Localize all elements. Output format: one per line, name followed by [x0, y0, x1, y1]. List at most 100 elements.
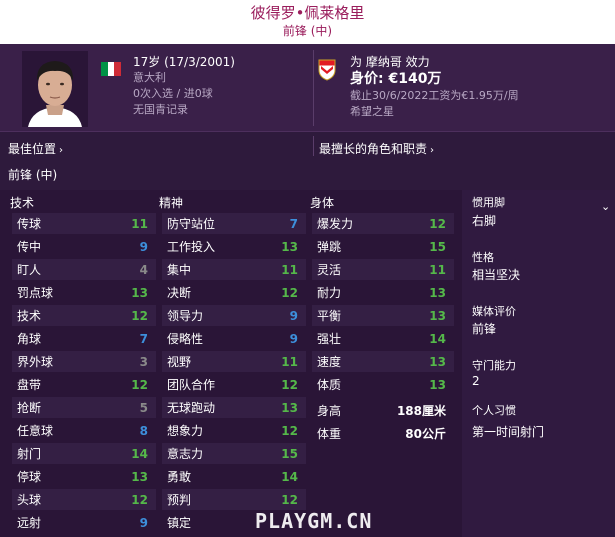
weight-row: 体重 80公斤	[312, 423, 454, 444]
attribute-value: 12	[131, 377, 148, 392]
attribute-value: 3	[139, 354, 148, 369]
physical-header: 身体	[310, 196, 335, 210]
attribute-label: 工作投入	[167, 240, 216, 254]
attribute-row[interactable]: 远射 9	[12, 512, 156, 533]
best-role-header[interactable]: 最擅长的角色和职责 ›	[319, 140, 434, 157]
attribute-row[interactable]: 视野 11	[162, 351, 306, 372]
habit-value[interactable]: 第一时间射门	[472, 423, 544, 440]
weight-value: 80公斤	[405, 427, 446, 441]
attribute-value: 13	[281, 400, 298, 415]
attribute-label: 预判	[167, 493, 192, 507]
attribute-row[interactable]: 体质 13	[312, 374, 454, 395]
attribute-row[interactable]: 弹跳 15	[312, 236, 454, 257]
attribute-label: 停球	[17, 470, 42, 484]
attribute-value: 9	[139, 515, 148, 530]
caps: 0次入选 / 进0球	[133, 87, 213, 100]
attribute-row[interactable]: 罚点球 13	[12, 282, 156, 303]
height-value: 188厘米	[396, 404, 446, 418]
attribute-row[interactable]: 团队合作 12	[162, 374, 306, 395]
attribute-row[interactable]: 勇敢 14	[162, 466, 306, 487]
attribute-row[interactable]: 决断 12	[162, 282, 306, 303]
attribute-row[interactable]: 意志力 15	[162, 443, 306, 464]
profile-panel: 17岁 (17/3/2001) 意大利 0次入选 / 进0球 无国青记录 为 摩…	[0, 44, 615, 132]
habit-label: 个人习惯	[472, 404, 516, 417]
player-status: 希望之星	[350, 105, 394, 118]
attribute-label: 速度	[317, 355, 342, 369]
title-bar: 彼得罗•佩莱格里 前锋 (中)	[0, 0, 615, 44]
attribute-row[interactable]: 集中 11	[162, 259, 306, 280]
height-label: 身高	[317, 404, 342, 418]
club-line[interactable]: 为 摩纳哥 效力	[350, 54, 519, 70]
attribute-row[interactable]: 任意球 8	[12, 420, 156, 441]
attribute-row[interactable]: 领导力 9	[162, 305, 306, 326]
best-position-header[interactable]: 最佳位置 ›	[8, 140, 63, 157]
attribute-row[interactable]: 预判 12	[162, 489, 306, 510]
attribute-label: 传中	[17, 240, 42, 254]
attribute-row[interactable]: 防守站位 7	[162, 213, 306, 234]
media-value[interactable]: 前锋	[472, 320, 496, 337]
attribute-label: 罚点球	[17, 286, 54, 300]
attribute-row[interactable]: 强壮 14	[312, 328, 454, 349]
attribute-row[interactable]: 头球 12	[12, 489, 156, 510]
italy-flag-icon	[101, 62, 122, 76]
attribute-value: 4	[139, 262, 148, 277]
attribute-value: 13	[429, 354, 446, 369]
attribute-row[interactable]: 爆发力 12	[312, 213, 454, 234]
attribute-value: 7	[139, 331, 148, 346]
foot-label: 惯用脚	[472, 196, 505, 209]
attribute-row[interactable]: 盯人 4	[12, 259, 156, 280]
nationality[interactable]: 意大利	[133, 70, 235, 86]
attribute-value: 11	[281, 354, 298, 369]
attribute-row[interactable]: 无球跑动 13	[162, 397, 306, 418]
attribute-label: 视野	[167, 355, 192, 369]
attribute-row[interactable]: 传中 9	[12, 236, 156, 257]
chevron-right-icon: ›	[430, 145, 435, 156]
personality-value[interactable]: 相当坚决	[472, 266, 520, 283]
attribute-row[interactable]: 界外球 3	[12, 351, 156, 372]
attribute-value: 9	[289, 331, 298, 346]
attribute-row[interactable]: 技术 12	[12, 305, 156, 326]
club-info: 为 摩纳哥 效力 身价: €140万 截止30/6/2022工资为€1.95万/…	[350, 54, 519, 120]
player-name: 彼得罗•佩莱格里	[250, 4, 365, 22]
player-avatar[interactable]	[22, 51, 88, 127]
attribute-row[interactable]: 工作投入 13	[162, 236, 306, 257]
attribute-value: 15	[281, 446, 298, 461]
best-position-label: 最佳位置	[8, 142, 57, 156]
attribute-label: 耐力	[317, 286, 342, 300]
attribute-row[interactable]: 射门 14	[12, 443, 156, 464]
chevron-down-icon[interactable]: ⌄	[601, 200, 610, 213]
attribute-value: 12	[131, 308, 148, 323]
attribute-label: 任意球	[17, 424, 54, 438]
attribute-label: 意志力	[167, 447, 204, 461]
mental-header: 精神	[159, 196, 184, 210]
attribute-value: 11	[429, 262, 446, 277]
attribute-row[interactable]: 停球 13	[12, 466, 156, 487]
attribute-row[interactable]: 耐力 13	[312, 282, 454, 303]
attribute-row[interactable]: 侵略性 9	[162, 328, 306, 349]
attribute-value: 13	[131, 469, 148, 484]
attribute-row[interactable]: 传球 11	[12, 213, 156, 234]
attribute-row[interactable]: 平衡 13	[312, 305, 454, 326]
gk-label: 守门能力	[472, 359, 516, 372]
attributes-panel: 技术 精神 身体 传球 11 传中 9 盯人 4 罚点球 13 技术 12 角球 7 界外球 3 盘带 12 抢…	[0, 190, 462, 537]
attribute-label: 体质	[317, 378, 342, 392]
attribute-row[interactable]: 速度 13	[312, 351, 454, 372]
attribute-label: 远射	[17, 516, 42, 530]
attribute-label: 弹跳	[317, 240, 342, 254]
attribute-row[interactable]: 灵活 11	[312, 259, 454, 280]
attribute-row[interactable]: 想象力 12	[162, 420, 306, 441]
attribute-label: 爆发力	[317, 217, 354, 231]
attribute-row[interactable]: 角球 7	[12, 328, 156, 349]
player-position: 前锋 (中)	[282, 24, 333, 38]
attribute-label: 灵活	[317, 263, 342, 277]
attribute-row[interactable]: 盘带 12	[12, 374, 156, 395]
attribute-label: 抢断	[17, 401, 42, 415]
chevron-right-icon: ›	[59, 145, 64, 156]
attribute-value: 11	[131, 216, 148, 231]
profile-divider	[313, 50, 314, 126]
attribute-value: 15	[429, 239, 446, 254]
attribute-value: 8	[139, 423, 148, 438]
attribute-row[interactable]: 抢断 5	[12, 397, 156, 418]
monaco-club-logo-icon[interactable]	[317, 57, 337, 81]
personality-label: 性格	[472, 251, 494, 264]
